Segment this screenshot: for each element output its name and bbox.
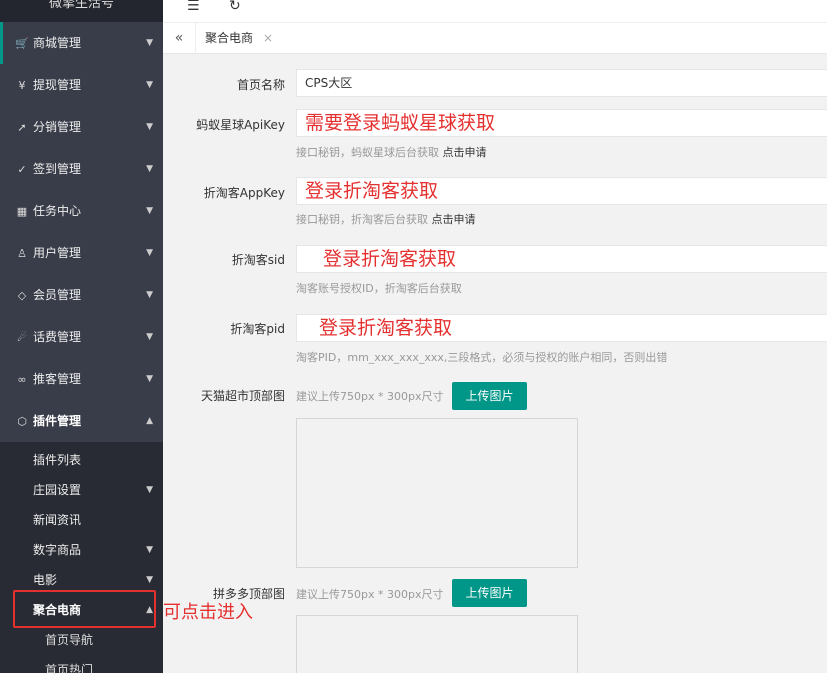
ztk-pid-hint: 淘客PID，mm_xxx_xxx_xxx,三段格式，必须与授权的账户相同，否则出…: [296, 351, 668, 364]
ztk-appkey-input[interactable]: 登录折淘客获取: [296, 177, 827, 205]
cube-icon: ⬡: [17, 415, 27, 428]
link-icon: ∞: [17, 373, 27, 386]
sidebar-item-label: 提现管理: [33, 78, 82, 92]
tmall-image-label: 天猫超市顶部图: [200, 389, 285, 403]
caret-down-icon: ▼: [146, 38, 153, 48]
sidebar-item-shop[interactable]: 🛒 商城管理 ▼: [0, 22, 163, 64]
ztk-appkey-hint: 接口秘钥，折淘客后台获取 点击申请: [296, 211, 476, 227]
sidebar-subitem-label: 首页导航: [45, 633, 94, 647]
sidebar-subitem-news[interactable]: 新闻资讯: [0, 505, 163, 535]
ant-apikey-hint: 接口秘钥，蚂蚁星球后台获取 点击申请: [296, 144, 487, 160]
cart-icon: 🛒: [15, 37, 29, 50]
ztk-appkey-label: 折淘客AppKey: [203, 186, 285, 200]
caret-down-icon: ▼: [146, 332, 153, 342]
sidebar-item-label: 推客管理: [33, 372, 82, 386]
annotation-highlight-box: [13, 590, 156, 628]
sidebar-item-label: 话费管理: [33, 330, 82, 344]
brand-title: 微擎生活号: [0, 0, 163, 22]
top-bar: ☰ ↻: [163, 0, 827, 22]
tmall-image-preview: [296, 418, 578, 568]
pdd-image-preview: [296, 615, 578, 673]
sidebar-subitem-home-nav[interactable]: 首页导航: [0, 625, 163, 655]
caret-down-icon: ▼: [146, 248, 153, 258]
main-form: 首页名称 CPS大区 蚂蚁星球ApiKey 需要登录蚂蚁星球获取 接口秘钥，蚂蚁…: [163, 54, 827, 673]
sidebar-item-distribution[interactable]: ➚ 分销管理 ▼: [0, 106, 163, 148]
menu-toggle-icon[interactable]: ☰: [187, 0, 200, 14]
sidebar-subitem-label: 新闻资讯: [33, 513, 82, 527]
sidebar-subitem-digital[interactable]: 数字商品 ▼: [0, 535, 163, 565]
caret-down-icon: ▼: [146, 374, 153, 384]
caret-up-icon: ▲: [146, 416, 153, 426]
user-icon: ♙: [17, 247, 27, 260]
close-icon[interactable]: ×: [263, 31, 273, 45]
pdd-image-hint: 建议上传750px * 300px尺寸: [296, 588, 444, 601]
hint-text: 接口秘钥，折淘客后台获取: [296, 213, 428, 226]
caret-down-icon: ▼: [146, 122, 153, 132]
sidebar-item-label: 商城管理: [33, 36, 82, 50]
tab-scroll-left-icon[interactable]: «: [163, 23, 196, 54]
send-icon: ➚: [17, 121, 27, 134]
caret-down-icon: ▼: [146, 485, 153, 495]
tab-label: 聚合电商: [205, 31, 254, 45]
caret-down-icon: ▼: [146, 206, 153, 216]
ztk-sid-hint: 淘客账号授权ID，折淘客后台获取: [296, 282, 462, 295]
refresh-icon[interactable]: ↻: [229, 0, 241, 14]
home-name-label: 首页名称: [236, 78, 285, 92]
sidebar-item-users[interactable]: ♙ 用户管理 ▼: [0, 232, 163, 274]
check-icon: ✓: [17, 163, 27, 176]
sidebar: 微擎生活号 🛒 商城管理 ▼ ¥ 提现管理 ▼ ➚ 分销管理 ▼ ✓ 签到管理 ▼ ▦ 任务中心 ▼…: [0, 0, 163, 673]
sidebar-item-tasks[interactable]: ▦ 任务中心 ▼: [0, 190, 163, 232]
sidebar-item-label: 签到管理: [33, 162, 82, 176]
sidebar-item-label: 任务中心: [33, 204, 82, 218]
apps-icon: ▦: [16, 205, 28, 218]
sidebar-subitem-label: 数字商品: [33, 543, 82, 557]
tmall-upload-button[interactable]: 上传图片: [452, 382, 527, 410]
ant-apikey-label: 蚂蚁星球ApiKey: [196, 118, 285, 132]
annotation-text: 可点击进入: [163, 602, 253, 623]
tmall-image-hint: 建议上传750px * 300px尺寸: [296, 390, 444, 403]
caret-down-icon: ▼: [146, 80, 153, 90]
sidebar-item-label: 分销管理: [33, 120, 82, 134]
sidebar-item-label: 用户管理: [33, 246, 82, 260]
sidebar-subitem-manor[interactable]: 庄园设置 ▼: [0, 475, 163, 505]
sidebar-item-withdraw[interactable]: ¥ 提现管理 ▼: [0, 64, 163, 106]
tab-juhe[interactable]: 聚合电商 ×: [205, 23, 283, 54]
sidebar-subitem-label: 插件列表: [33, 453, 82, 467]
ztk-pid-input[interactable]: 登录折淘客获取: [296, 314, 827, 342]
ant-apikey-input[interactable]: 需要登录蚂蚁星球获取: [296, 109, 827, 137]
home-name-input[interactable]: CPS大区: [296, 69, 827, 97]
fire-icon: ☄: [17, 331, 27, 344]
sidebar-item-phone-bill[interactable]: ☄ 话费管理 ▼: [0, 316, 163, 358]
sidebar-subitem-label: 庄园设置: [33, 483, 82, 497]
apply-link[interactable]: 点击申请: [443, 146, 487, 159]
caret-down-icon: ▼: [146, 290, 153, 300]
pdd-upload-button[interactable]: 上传图片: [452, 579, 527, 607]
sidebar-subitem-label: 电影: [33, 573, 58, 587]
caret-down-icon: ▼: [146, 545, 153, 555]
apply-link[interactable]: 点击申请: [432, 213, 476, 226]
sidebar-item-checkin[interactable]: ✓ 签到管理 ▼: [0, 148, 163, 190]
sidebar-item-label: 会员管理: [33, 288, 82, 302]
hint-text: 接口秘钥，蚂蚁星球后台获取: [296, 146, 439, 159]
diamond-icon: ◇: [17, 289, 27, 302]
ztk-pid-label: 折淘客pid: [230, 322, 285, 336]
sidebar-item-members[interactable]: ◇ 会员管理 ▼: [0, 274, 163, 316]
sidebar-item-label: 插件管理: [33, 414, 82, 428]
sidebar-subitem-home-hot[interactable]: 首页热门: [0, 655, 163, 673]
sidebar-subitem-label: 首页热门: [45, 663, 94, 673]
ztk-sid-input[interactable]: 登录折淘客获取: [296, 245, 827, 273]
yen-icon: ¥: [18, 79, 26, 92]
sidebar-item-plugins[interactable]: ⬡ 插件管理 ▲: [0, 400, 163, 442]
ztk-sid-label: 折淘客sid: [231, 253, 285, 267]
plugin-subnav: 插件列表 庄园设置 ▼ 新闻资讯 数字商品 ▼ 电影 ▼ 聚合电商 ▲ 首页导航 首页热…: [0, 442, 163, 673]
caret-down-icon: ▼: [146, 164, 153, 174]
sidebar-subitem-plugin-list[interactable]: 插件列表: [0, 445, 163, 475]
tab-bar: « 聚合电商 ×: [163, 22, 827, 54]
sidebar-item-promoters[interactable]: ∞ 推客管理 ▼: [0, 358, 163, 400]
